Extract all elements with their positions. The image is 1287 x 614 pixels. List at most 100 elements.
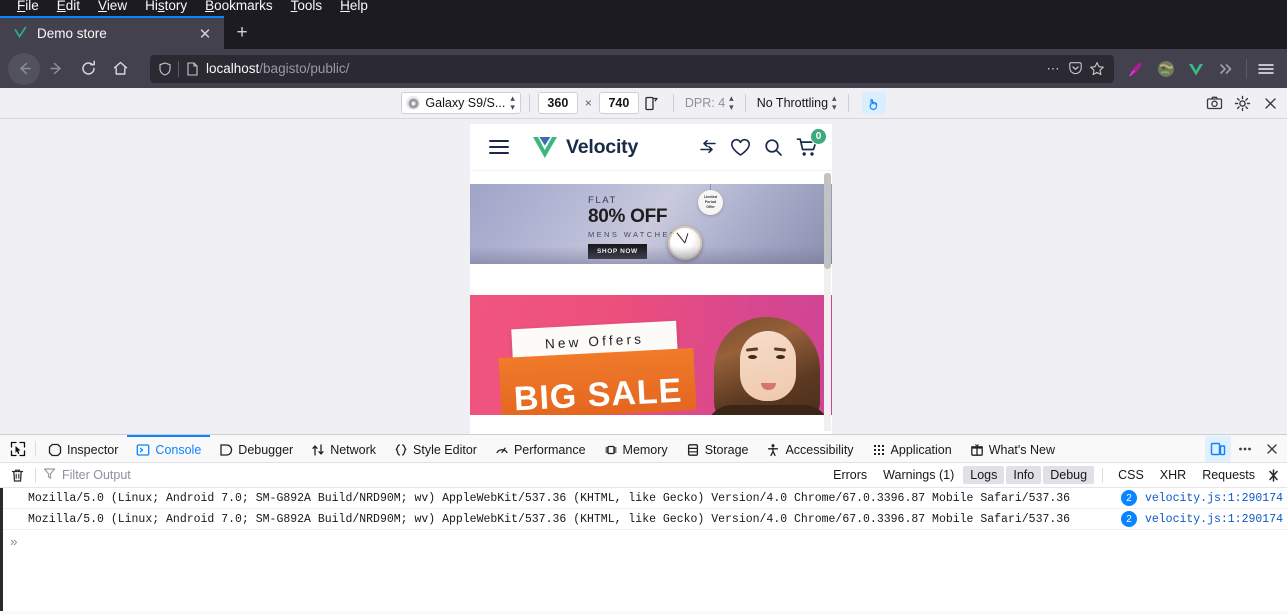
filter-pill-logs[interactable]: Logs <box>963 466 1005 484</box>
wishlist-heart-icon[interactable] <box>730 138 751 157</box>
console-settings-icon[interactable] <box>1262 468 1284 483</box>
filter-pill-errors[interactable]: Errors <box>826 466 874 484</box>
tab-performance[interactable]: Performance <box>486 435 595 462</box>
velocity-logo-icon <box>531 134 559 160</box>
console-filter-bar: Filter Output Errors Warnings (1) Logs I… <box>0 463 1287 488</box>
rdm-settings-gear-icon[interactable] <box>1229 91 1255 117</box>
url-path: /bagisto/public/ <box>259 61 350 76</box>
tab-style-editor[interactable]: Style Editor <box>385 435 486 462</box>
console-output[interactable]: Mozilla/5.0 (Linux; Android 7.0; SM-G892… <box>0 488 1287 611</box>
console-row[interactable]: Mozilla/5.0 (Linux; Android 7.0; SM-G892… <box>0 509 1287 530</box>
hamburger-menu-icon[interactable] <box>1253 55 1279 83</box>
new-tab-button[interactable]: + <box>224 16 260 49</box>
console-row[interactable]: Mozilla/5.0 (Linux; Android 7.0; SM-G892… <box>0 488 1287 509</box>
hero-banner-big-sale[interactable]: New Offers BIG SALE <box>470 295 832 415</box>
address-bar[interactable]: localhost/bagisto/public/ ⋯ <box>150 54 1114 83</box>
save-to-pocket-icon[interactable] <box>1064 58 1086 80</box>
menu-view[interactable]: View <box>89 0 136 13</box>
rdm-divider-3 <box>744 94 746 112</box>
more-options-icon[interactable]: ⋯ <box>1042 58 1064 80</box>
device-selector[interactable]: Galaxy S9/S... ▴ ▾ <box>401 92 521 114</box>
banner1-kicker: FLAT <box>588 195 617 206</box>
tab-whats-new[interactable]: What's New <box>961 435 1064 462</box>
banner1-reflection <box>470 246 832 264</box>
tab-storage[interactable]: Storage <box>677 435 758 462</box>
reload-icon[interactable] <box>72 53 104 85</box>
tab-label: Application <box>890 442 952 457</box>
devtools-meatball-menu-icon[interactable] <box>1232 436 1258 462</box>
dpr-selector[interactable]: DPR: 4 ▴ ▾ <box>682 94 737 112</box>
hamburger-menu-icon[interactable] <box>489 140 509 154</box>
dimension-separator: × <box>584 96 592 110</box>
globe-extension-icon[interactable] <box>1152 55 1180 83</box>
filter-pill-info[interactable]: Info <box>1006 466 1042 484</box>
tab-network[interactable]: Network <box>302 435 385 462</box>
browser-tab-demo-store[interactable]: Demo store ✕ <box>0 16 224 49</box>
bookmark-star-icon[interactable] <box>1086 58 1108 80</box>
close-devtools-icon[interactable] <box>1259 436 1285 462</box>
rdm-right-buttons <box>1201 88 1283 119</box>
overflow-chevrons-icon[interactable] <box>1212 55 1240 83</box>
scrollbar-thumb[interactable] <box>824 173 831 269</box>
brand-logo-group[interactable]: Velocity <box>531 134 638 160</box>
menu-help[interactable]: Help <box>331 0 377 13</box>
model-eye-right <box>776 355 785 359</box>
close-rdm-icon[interactable] <box>1257 91 1283 117</box>
responsive-design-mode-icon[interactable] <box>1205 435 1231 462</box>
tab-inspector[interactable]: Inspector <box>39 435 127 462</box>
tab-strip: Demo store ✕ + <box>0 16 1287 49</box>
hero-banner-watches[interactable]: FLAT 80% OFF MENS WATCHES SHOP NOW Limit… <box>470 184 832 264</box>
throttling-selector[interactable]: No Throttling ▴ ▾ <box>754 94 840 112</box>
filter-pill-debug[interactable]: Debug <box>1043 466 1095 484</box>
url-text[interactable]: localhost/bagisto/public/ <box>206 61 1042 76</box>
viewport-scrollbar[interactable] <box>824 173 831 431</box>
menu-history[interactable]: History <box>136 0 196 13</box>
console-source-link[interactable]: velocity.js:1:290174 <box>1145 492 1287 505</box>
camera-screenshot-icon[interactable] <box>1201 91 1227 117</box>
filter-pill-xhr[interactable]: XHR <box>1153 466 1193 484</box>
menu-tools[interactable]: Tools <box>282 0 332 13</box>
chrome-browser-icon <box>406 96 421 110</box>
rotate-viewport-icon[interactable] <box>639 92 665 114</box>
model-face <box>740 331 796 401</box>
forward-arrow-icon[interactable] <box>40 53 72 85</box>
shield-icon[interactable] <box>158 61 172 76</box>
extension-icon-group <box>1122 55 1240 83</box>
compare-icon[interactable] <box>699 138 717 156</box>
menu-bookmarks[interactable]: Bookmarks <box>196 0 282 13</box>
element-picker-icon[interactable] <box>4 435 32 462</box>
cart-icon[interactable]: 0 <box>796 127 827 158</box>
back-arrow-icon[interactable] <box>8 52 40 85</box>
console-input-prompt[interactable]: » <box>0 530 1287 554</box>
filter-pill-warnings[interactable]: Warnings (1) <box>876 466 961 484</box>
filter-pill-css[interactable]: CSS <box>1111 466 1151 484</box>
touch-simulation-icon[interactable] <box>861 92 886 114</box>
vue-devtools-icon[interactable] <box>1182 55 1210 83</box>
console-message: Mozilla/5.0 (Linux; Android 7.0; SM-G892… <box>28 491 1071 505</box>
tab-label: Accessibility <box>785 442 854 457</box>
model-eye-left <box>748 355 757 359</box>
tab-application[interactable]: Application <box>863 435 961 462</box>
menu-file[interactable]: File <box>8 0 48 13</box>
page-icon[interactable] <box>186 61 199 76</box>
clear-console-trash-icon[interactable] <box>6 464 28 486</box>
device-name: Galaxy S9/S... <box>425 96 506 110</box>
menu-edit[interactable]: Edit <box>48 0 89 13</box>
tab-accessibility[interactable]: Accessibility <box>757 435 862 462</box>
device-viewport[interactable]: Velocity 0 FLAT 80% OFF MENS WATCHES Lim… <box>470 124 832 434</box>
search-icon[interactable] <box>764 138 783 157</box>
tab-debugger[interactable]: Debugger <box>210 435 302 462</box>
filter-pill-requests[interactable]: Requests <box>1195 466 1262 484</box>
tab-label: Performance <box>513 442 586 457</box>
console-filter-pills: Errors Warnings (1) Logs Info Debug CSS … <box>826 466 1262 484</box>
close-icon[interactable]: ✕ <box>196 25 214 43</box>
filterbar-divider <box>35 467 36 483</box>
home-icon[interactable] <box>104 53 136 85</box>
viewport-width-input[interactable]: 360 <box>537 92 578 114</box>
filter-output-input[interactable]: Filter Output <box>43 467 826 483</box>
feather-pen-extension-icon[interactable] <box>1122 55 1150 83</box>
tab-console[interactable]: Console <box>127 435 211 462</box>
console-source-link[interactable]: velocity.js:1:290174 <box>1145 513 1287 526</box>
viewport-height-input[interactable]: 740 <box>598 92 639 114</box>
tab-memory[interactable]: Memory <box>595 435 677 462</box>
